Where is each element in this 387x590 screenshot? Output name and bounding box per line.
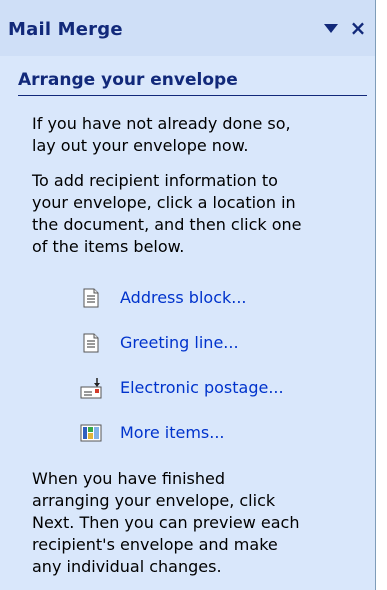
close-button[interactable]: × (346, 15, 370, 41)
postage-icon (80, 378, 102, 399)
intro-text: If you have not already done so, lay out… (32, 113, 370, 157)
instruction-line: your envelope, click a location in (32, 193, 296, 212)
electronic-postage-link[interactable]: Electronic postage... (80, 375, 350, 401)
address-block-link[interactable]: Address block... (80, 285, 350, 311)
more-items-icon (80, 424, 102, 442)
address-block-label[interactable]: Address block... (120, 287, 247, 309)
more-items-link[interactable]: More items... (80, 420, 350, 446)
intro-line: If you have not already done so, (32, 114, 291, 133)
greeting-line-link[interactable]: Greeting line... (80, 330, 350, 356)
document-icon (83, 288, 99, 308)
instruction-line: To add recipient information to (32, 171, 278, 190)
section-heading: Arrange your envelope (18, 70, 238, 90)
greeting-line-label[interactable]: Greeting line... (120, 332, 239, 354)
mail-merge-task-pane: Mail Merge × Arrange your envelope If yo… (0, 0, 376, 590)
chevron-down-icon[interactable] (324, 24, 338, 33)
document-icon (83, 333, 99, 353)
section-divider (18, 95, 367, 96)
electronic-postage-label[interactable]: Electronic postage... (120, 377, 284, 399)
finish-line: arranging your envelope, click (32, 491, 276, 510)
intro-line: lay out your envelope now. (32, 136, 249, 155)
finish-line: any individual changes. (32, 557, 222, 576)
instruction-line: of the items below. (32, 237, 185, 256)
finish-line: Next. Then you can preview each (32, 513, 300, 532)
more-items-label[interactable]: More items... (120, 422, 225, 444)
instruction-text: To add recipient information to your env… (32, 170, 370, 258)
pane-title: Mail Merge (8, 19, 123, 40)
finish-text: When you have finished arranging your en… (32, 468, 370, 578)
finish-line: When you have finished (32, 469, 225, 488)
instruction-line: the document, and then click one (32, 215, 302, 234)
finish-line: recipient's envelope and make (32, 535, 278, 554)
task-pane-titlebar: Mail Merge × (0, 0, 375, 56)
